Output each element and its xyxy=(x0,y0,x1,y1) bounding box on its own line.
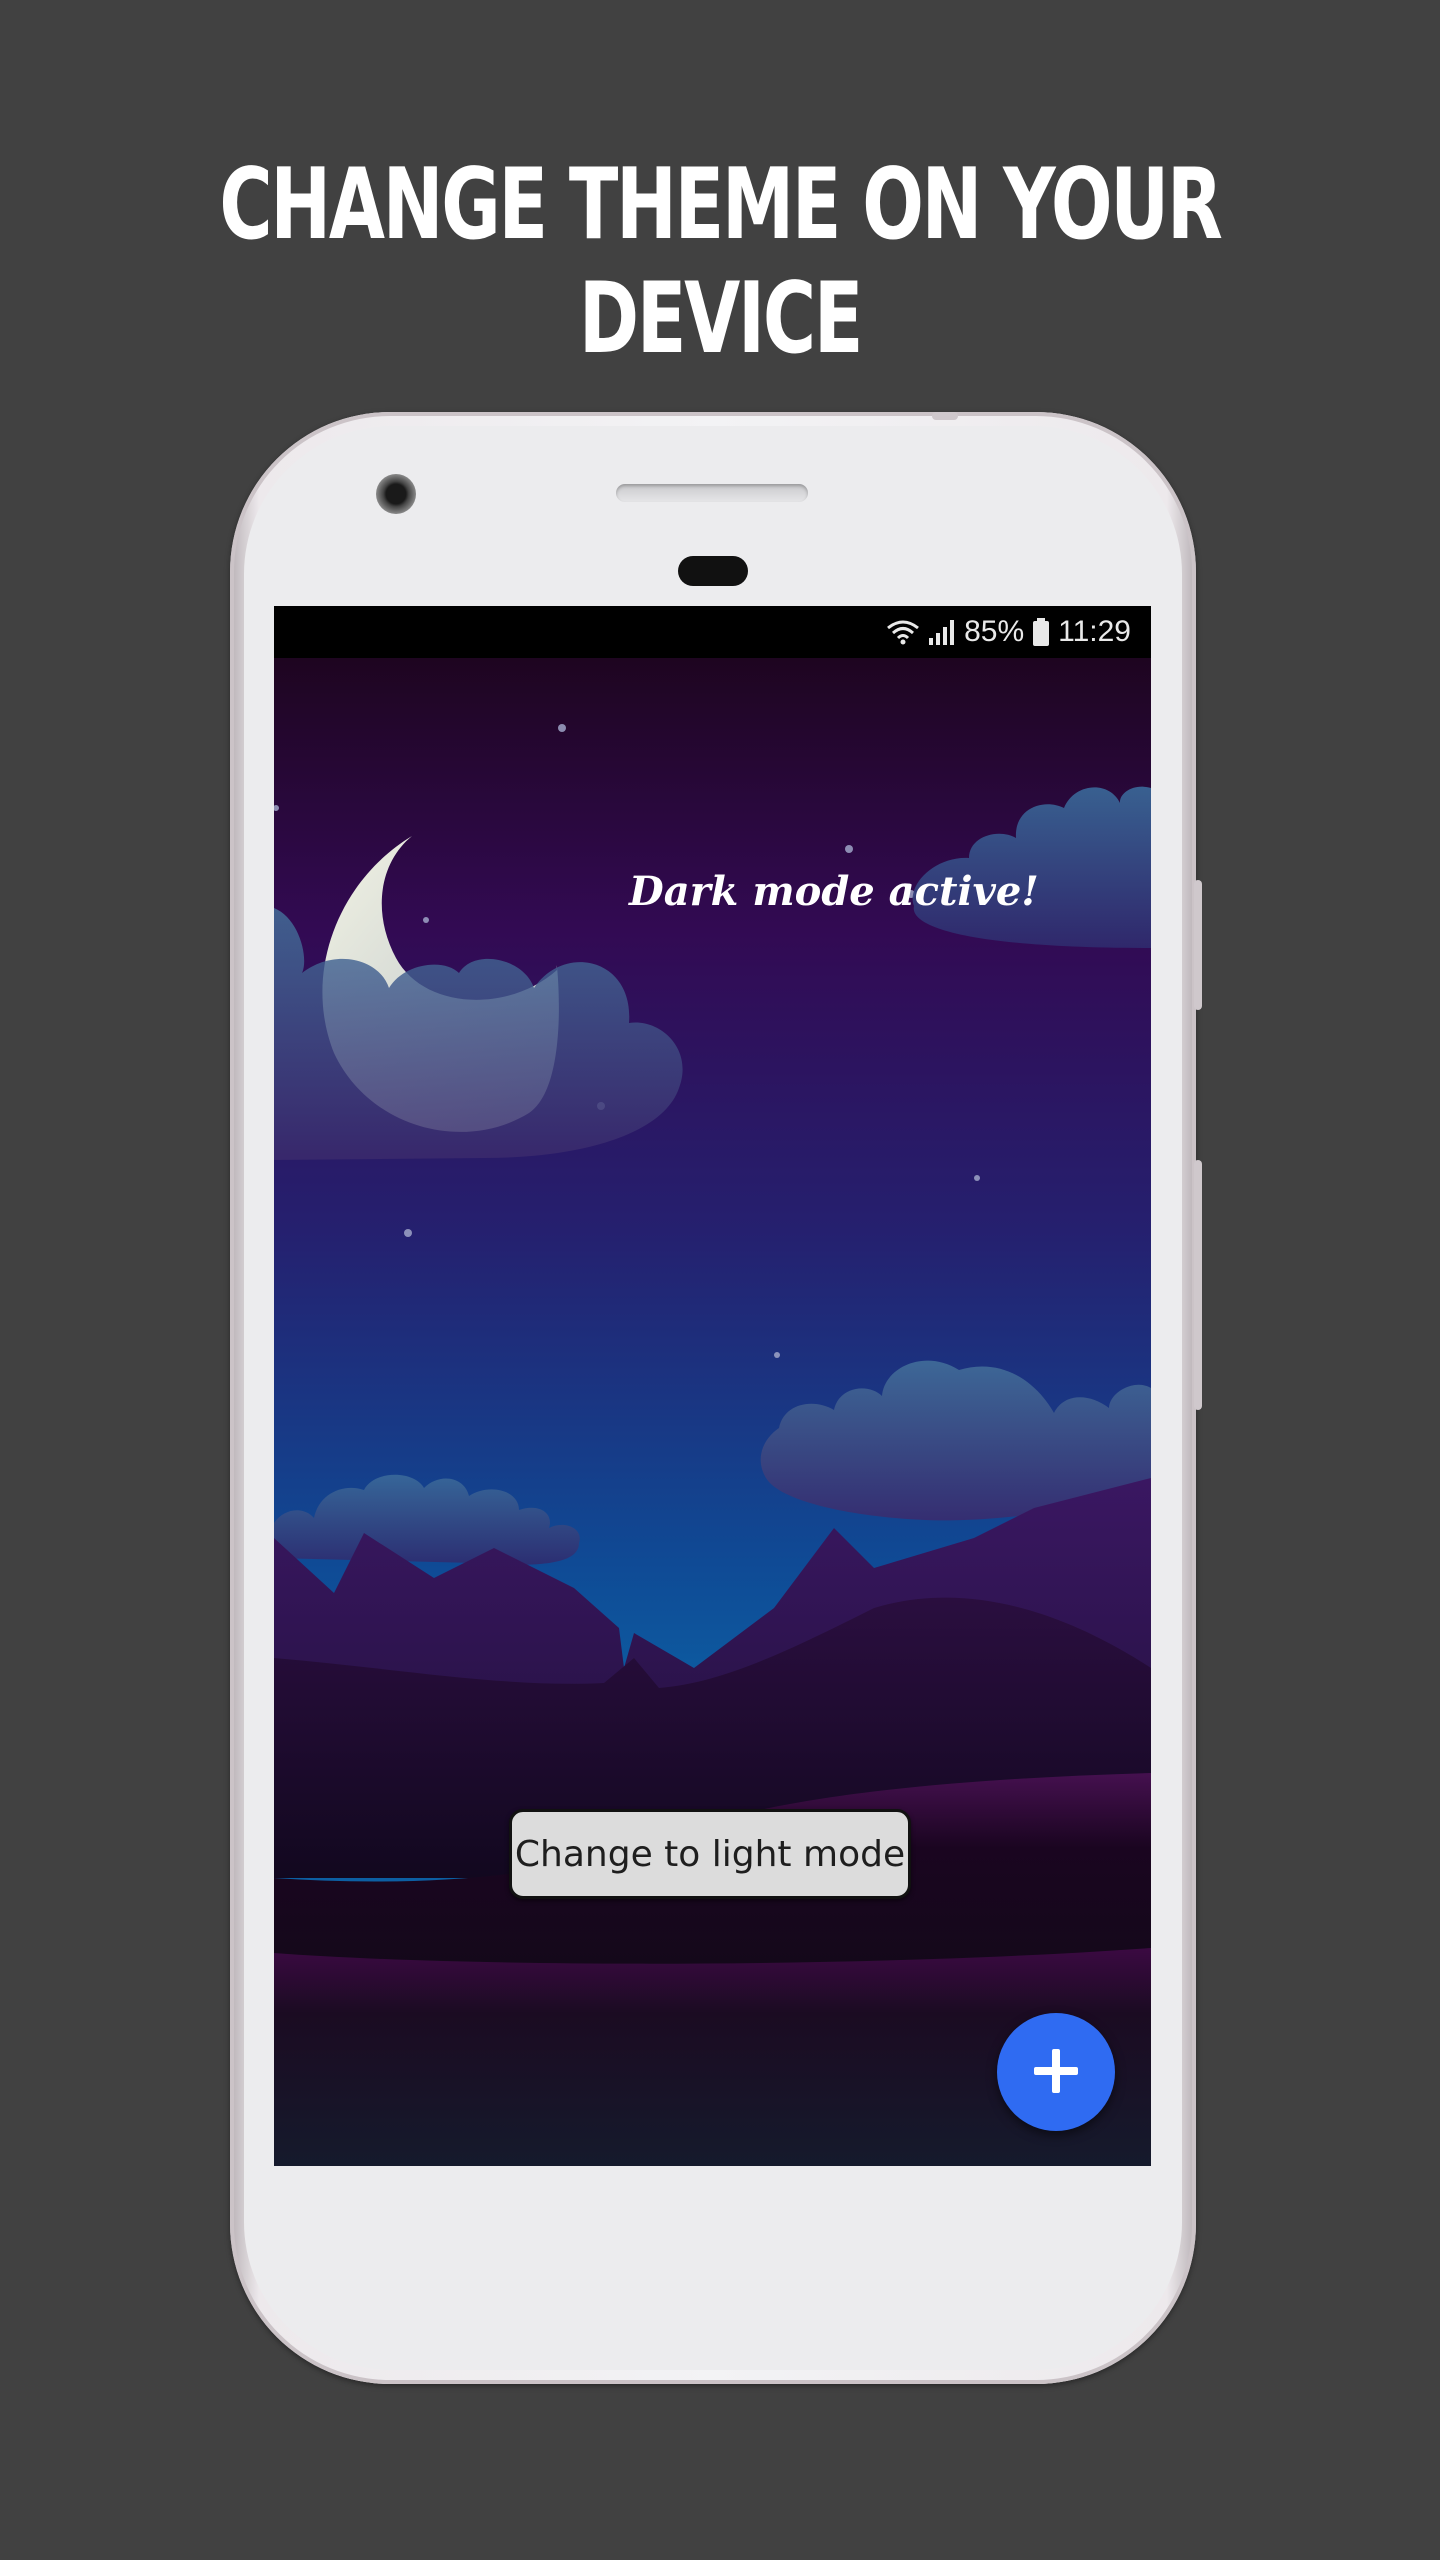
phone-screen: 85% 11:29 Dark mode active! Change to li… xyxy=(274,606,1151,2166)
change-to-light-mode-button[interactable]: Change to light mode xyxy=(509,1809,911,1899)
wifi-icon xyxy=(886,617,920,647)
front-camera xyxy=(376,474,416,514)
volume-button xyxy=(1194,1160,1202,1410)
earpiece-speaker xyxy=(616,484,808,502)
status-bar: 85% 11:29 xyxy=(274,606,1151,658)
proximity-sensor xyxy=(678,556,748,586)
promo-headline: CHANGE THEME ON YOUR DEVICE xyxy=(219,148,1222,376)
battery-icon xyxy=(1032,617,1050,647)
battery-percent: 85% xyxy=(964,615,1025,648)
add-fab-button[interactable] xyxy=(997,2013,1115,2131)
status-icons: 85% 11:29 xyxy=(886,614,1131,650)
clock: 11:29 xyxy=(1058,615,1131,648)
power-button xyxy=(1194,880,1202,1010)
signal-icon xyxy=(928,618,956,646)
top-button xyxy=(932,412,958,420)
plus-icon xyxy=(1030,2045,1082,2100)
dark-mode-status-text: Dark mode active! xyxy=(629,868,1039,915)
